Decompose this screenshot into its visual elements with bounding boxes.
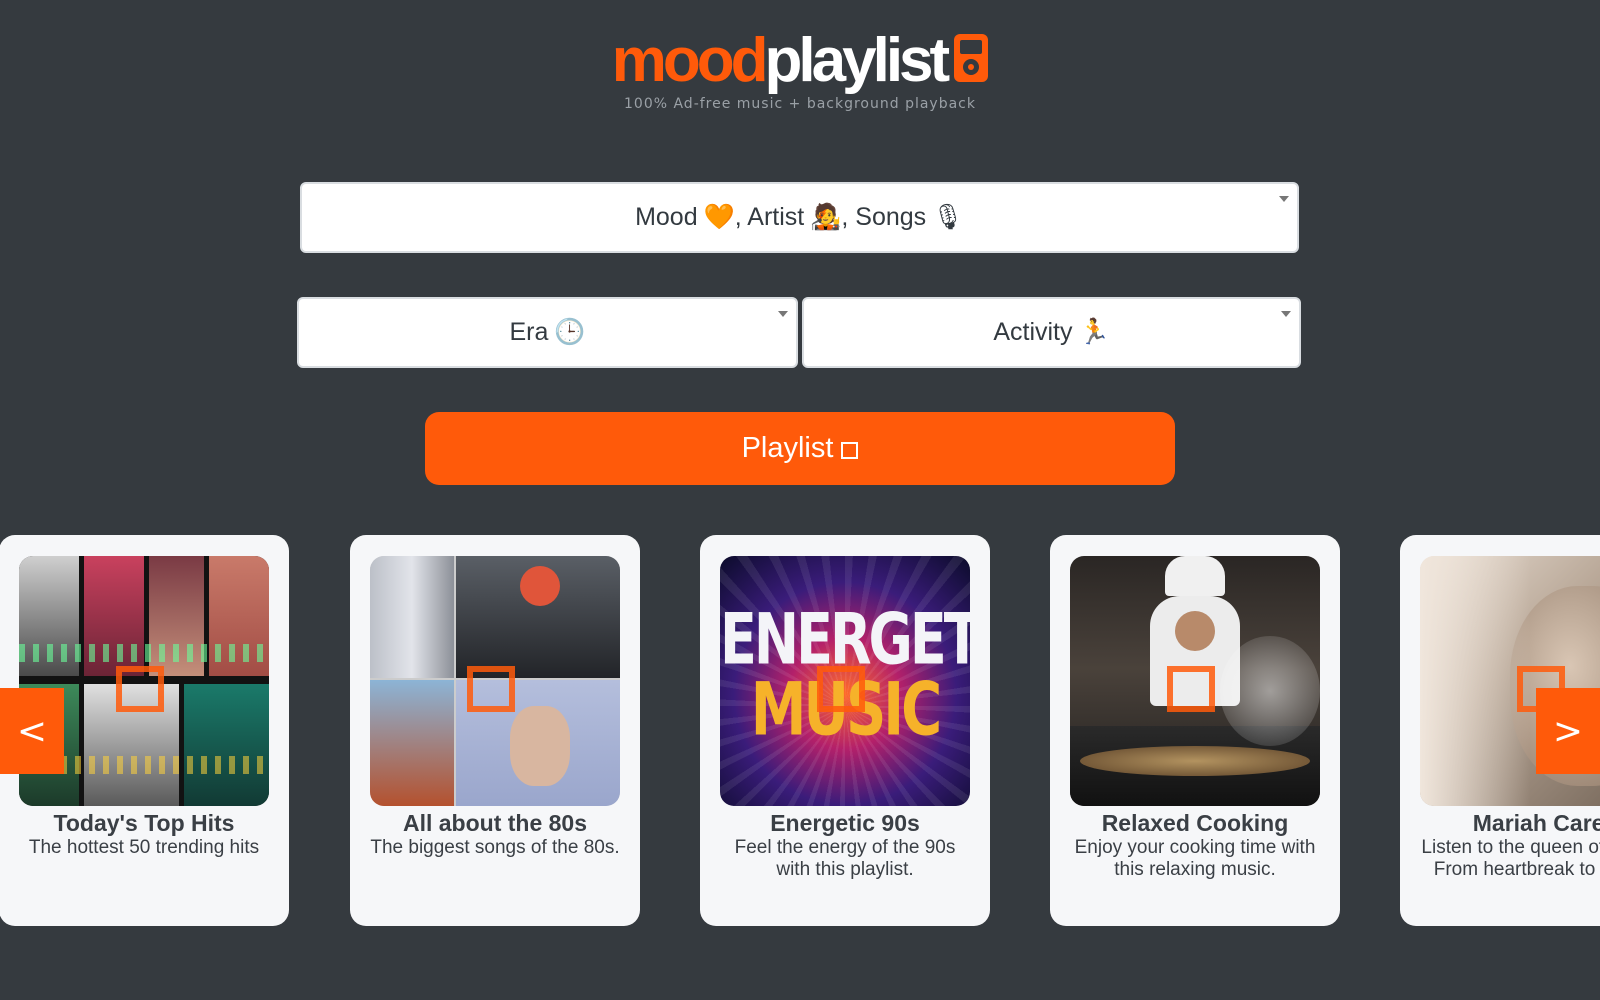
playlist-card-description: Feel the energy of the 90s with this pla… [734,837,956,880]
logo-playlist-text: playlist [764,26,951,95]
logo-mood-text: mood [611,26,769,95]
playlist-card-description: Enjoy your cooking time with this relaxi… [1074,837,1316,880]
carousel-prev-button[interactable]: < [0,688,64,774]
playlist-card-80s[interactable]: All about the 80s The biggest songs of t… [350,535,640,926]
playlist-card-description: The hottest 50 trending hits [28,837,260,858]
carousel-next-button[interactable]: > [1536,688,1600,774]
era-select[interactable]: Era 🕒 [297,297,798,368]
playlist-card-title: All about the 80s [402,810,588,836]
play-icon [1167,666,1215,712]
ipod-icon [954,34,989,82]
songs-label: , Songs [841,203,927,231]
playlist-button-label: Playlist [741,432,834,464]
page: mood playlist 100% Ad-free music + backg… [0,0,1600,1000]
playlist-card-energetic-90s[interactable]: ENERGETIC MUSIC Energetic 90s Feel the e… [700,535,990,926]
playlist-card-title: Energetic 90s [770,810,920,836]
microphone-icon: 🎙 [932,203,964,231]
era-label: Era [509,318,549,346]
playlist-cover-image [370,556,620,806]
activity-label: Activity [993,318,1073,346]
play-icon [467,666,515,712]
mood-label: Mood [635,203,698,231]
chevron-down-icon [1281,311,1291,317]
runner-icon: 🏃 [1078,318,1110,346]
artist-label: , Artist [734,203,805,231]
playlist-cover-image: ENERGETIC MUSIC [720,556,970,806]
clock-icon: 🕒 [554,318,586,346]
tagline: 100% Ad-free music + background playback [624,96,976,112]
playlist-card-title: Today's Top Hits [53,810,235,836]
playlist-card-description: Listen to the queen of vocals. From hear… [1421,837,1600,880]
playlist-card-title: Mariah Carey [1472,810,1600,836]
playlist-button[interactable]: Playlist [425,412,1175,485]
site-header: mood playlist 100% Ad-free music + backg… [0,26,1600,112]
logo[interactable]: mood playlist [611,26,989,96]
playlist-card-title: Relaxed Cooking [1101,810,1289,836]
playlist-card-relaxed-cooking[interactable]: Relaxed Cooking Enjoy your cooking time … [1050,535,1340,926]
playlist-carousel: Today's Top Hits The hottest 50 trending… [0,535,1600,930]
activity-select[interactable]: Activity 🏃 [802,297,1301,368]
play-icon [817,666,865,712]
play-icon [116,666,164,712]
mood-artist-songs-select[interactable]: Mood 🧡 , Artist 🧑‍🎤 , Songs 🎙 [300,182,1299,253]
square-icon [841,442,859,459]
chevron-down-icon [778,311,788,317]
playlist-card-description: The biggest songs of the 80s. [370,837,620,858]
playlist-cover-image [1070,556,1320,806]
singer-icon: 🧑‍🎤 [810,203,842,231]
heart-icon: 🧡 [703,203,735,231]
chevron-down-icon [1279,196,1289,202]
